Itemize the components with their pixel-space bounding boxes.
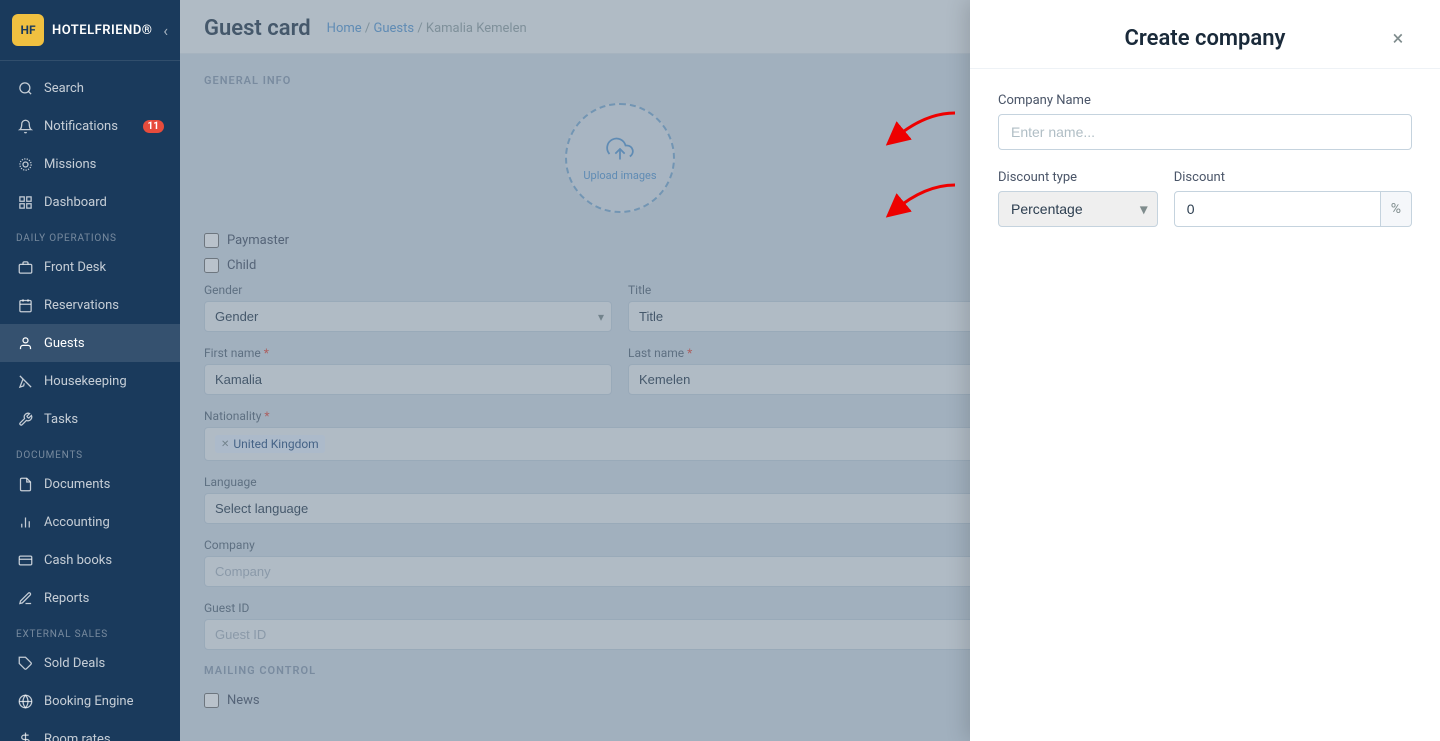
desk-icon xyxy=(16,258,34,276)
sidebar-item-cash-books-label: Cash books xyxy=(44,553,112,568)
sidebar-logo[interactable]: HF HOTELFRIEND® ‹ xyxy=(0,0,180,61)
sidebar: HF HOTELFRIEND® ‹ Search Notifications 1… xyxy=(0,0,180,741)
discount-input[interactable] xyxy=(1174,191,1381,227)
discount-row: Discount type Percentage Fixed amount Di… xyxy=(998,170,1412,227)
tool-icon xyxy=(16,410,34,428)
doc-icon xyxy=(16,475,34,493)
sidebar-item-housekeeping-label: Housekeeping xyxy=(44,374,127,389)
company-name-input[interactable] xyxy=(998,114,1412,150)
discount-type-group: Discount type Percentage Fixed amount xyxy=(998,170,1158,227)
sidebar-item-sold-deals-label: Sold Deals xyxy=(44,656,105,671)
rates-icon xyxy=(16,730,34,741)
person-icon xyxy=(16,334,34,352)
sidebar-item-tasks[interactable]: Tasks xyxy=(0,400,180,438)
notifications-badge: 11 xyxy=(143,120,164,133)
bell-icon xyxy=(16,117,34,135)
modal-header: Create company × xyxy=(970,0,1440,69)
modal-title: Create company xyxy=(1026,26,1384,51)
sidebar-item-guests-label: Guests xyxy=(44,336,85,351)
sidebar-item-room-rates[interactable]: Room rates xyxy=(0,720,180,741)
report-icon xyxy=(16,589,34,607)
sidebar-item-notifications[interactable]: Notifications 11 xyxy=(0,107,180,145)
discount-type-select[interactable]: Percentage Fixed amount xyxy=(998,191,1158,227)
calendar-icon xyxy=(16,296,34,314)
search-icon xyxy=(16,79,34,97)
cash-icon xyxy=(16,551,34,569)
sidebar-item-accounting[interactable]: Accounting xyxy=(0,503,180,541)
sidebar-item-dashboard[interactable]: Dashboard xyxy=(0,183,180,221)
company-name-label: Company Name xyxy=(998,93,1412,108)
chart-icon xyxy=(16,513,34,531)
sidebar-item-tasks-label: Tasks xyxy=(44,412,78,427)
sidebar-item-cash-books[interactable]: Cash books xyxy=(0,541,180,579)
daily-ops-section-label: DAILY OPERATIONS xyxy=(0,221,180,248)
sidebar-item-reservations-label: Reservations xyxy=(44,298,119,313)
sidebar-collapse-button[interactable]: ‹ xyxy=(163,21,168,40)
sidebar-item-accounting-label: Accounting xyxy=(44,515,110,530)
sidebar-item-missions-label: Missions xyxy=(44,157,96,172)
logo-icon: HF xyxy=(12,14,44,46)
sidebar-item-booking-engine-label: Booking Engine xyxy=(44,694,133,709)
sidebar-item-front-desk[interactable]: Front Desk xyxy=(0,248,180,286)
sidebar-item-booking-engine[interactable]: Booking Engine xyxy=(0,682,180,720)
sidebar-item-reports[interactable]: Reports xyxy=(0,579,180,617)
sidebar-item-search[interactable]: Search xyxy=(0,69,180,107)
create-company-modal: Create company × Company Name Discount t… xyxy=(970,0,1440,741)
sidebar-item-room-rates-label: Room rates xyxy=(44,732,111,741)
sidebar-item-housekeeping[interactable]: Housekeeping xyxy=(0,362,180,400)
grid-icon xyxy=(16,193,34,211)
tag-icon xyxy=(16,654,34,672)
flag-icon xyxy=(16,155,34,173)
sidebar-item-reports-label: Reports xyxy=(44,591,89,606)
booking-icon xyxy=(16,692,34,710)
discount-type-select-wrapper: Percentage Fixed amount xyxy=(998,191,1158,227)
logo-text: HOTELFRIEND® xyxy=(52,23,153,38)
sidebar-item-documents[interactable]: Documents xyxy=(0,465,180,503)
sidebar-item-dashboard-label: Dashboard xyxy=(44,195,107,210)
external-sales-section-label: EXTERNAL SALES xyxy=(0,617,180,644)
discount-value-group: Discount % xyxy=(1174,170,1412,227)
broom-icon xyxy=(16,372,34,390)
sidebar-item-sold-deals[interactable]: Sold Deals xyxy=(0,644,180,682)
sidebar-item-guests[interactable]: Guests xyxy=(0,324,180,362)
modal-close-button[interactable]: × xyxy=(1384,24,1412,52)
documents-section-label: DOCUMENTS xyxy=(0,438,180,465)
modal-body: Company Name Discount type Percentage Fi… xyxy=(970,69,1440,741)
sidebar-item-reservations[interactable]: Reservations xyxy=(0,286,180,324)
sidebar-item-search-label: Search xyxy=(44,81,84,96)
sidebar-nav: Search Notifications 11 Missions Dashboa… xyxy=(0,61,180,741)
discount-label: Discount xyxy=(1174,170,1412,185)
discount-input-wrap: % xyxy=(1174,191,1412,227)
discount-suffix: % xyxy=(1381,191,1412,227)
sidebar-item-missions[interactable]: Missions xyxy=(0,145,180,183)
discount-type-label: Discount type xyxy=(998,170,1158,185)
sidebar-item-notifications-label: Notifications xyxy=(44,119,118,134)
sidebar-item-documents-label: Documents xyxy=(44,477,110,492)
company-name-group: Company Name xyxy=(998,93,1412,150)
sidebar-item-front-desk-label: Front Desk xyxy=(44,260,106,275)
